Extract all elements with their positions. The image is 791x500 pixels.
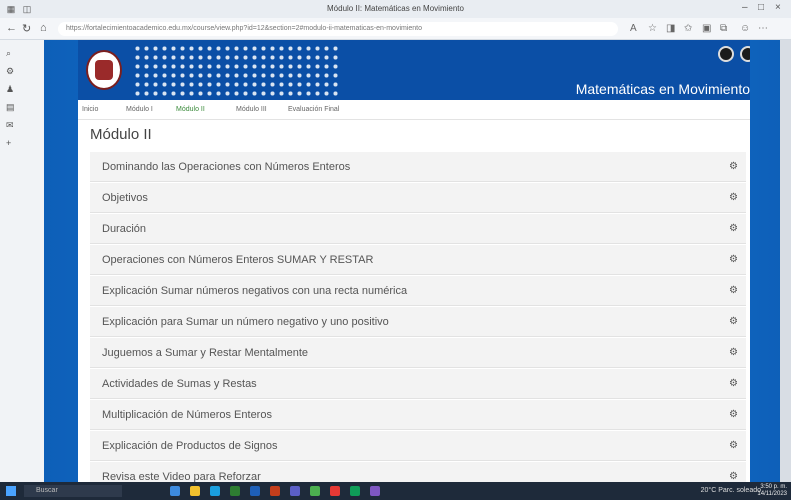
address-bar: ← ↻ ⌂ https://fortalecimientoacademico.e… [0, 18, 791, 40]
photos-icon[interactable] [370, 486, 380, 496]
section-item[interactable]: Actividades de Sumas y Restas ⚙ [90, 369, 746, 399]
course-title: Matemáticas en Movimiento [575, 81, 750, 97]
school-logo [86, 50, 122, 90]
gear-icon[interactable]: ⚙ [729, 471, 738, 482]
taskbar: Buscar 20°C Parc. soleado 3:50 p. m. 14/… [0, 482, 791, 500]
teams-icon[interactable] [290, 486, 300, 496]
system-clock[interactable]: 3:50 p. m. 14/11/2023 [757, 484, 787, 498]
section-label: Operaciones con Números Enteros SUMAR Y … [102, 254, 374, 266]
clock-date: 14/11/2023 [757, 491, 787, 497]
refresh-icon[interactable]: ↻ [22, 22, 31, 35]
section-label: Objetivos [102, 192, 148, 204]
user-circle-icon[interactable] [740, 46, 750, 62]
tab-inicio[interactable]: Inicio [82, 106, 98, 113]
close-icon[interactable]: × [775, 2, 781, 13]
gear-icon[interactable]: ⚙ [729, 285, 738, 296]
course-content: Matemáticas en Movimiento Inicio Módulo … [78, 40, 750, 482]
gear-icon[interactable]: ⚙ [729, 192, 738, 203]
home-icon[interactable]: ⌂ [40, 22, 47, 34]
more-icon[interactable]: ⋯ [758, 23, 768, 34]
taskbar-search[interactable]: Buscar [24, 485, 122, 497]
tab-modulo-iii[interactable]: Módulo III [236, 106, 267, 113]
section-label: Juguemos a Sumar y Restar Mentalmente [102, 347, 309, 359]
section-label: Revisa este Video para Reforzar [102, 471, 261, 482]
gear-icon[interactable]: ⚙ [729, 347, 738, 358]
sidebar-search-icon[interactable]: ⌕ [6, 48, 11, 59]
banner-dot-pattern [133, 44, 338, 96]
browser-sidebar: ⌕ ⚙ ♟ ▤ ✉ + [0, 40, 44, 482]
gear-icon[interactable]: ⚙ [729, 409, 738, 420]
section-label: Dominando las Operaciones con Números En… [102, 161, 351, 173]
maximize-icon[interactable]: □ [758, 2, 764, 13]
store-icon[interactable] [350, 486, 360, 496]
section-label: Duración [102, 223, 147, 235]
section-item[interactable]: Duración ⚙ [90, 214, 746, 244]
gear-icon[interactable]: ⚙ [729, 440, 738, 451]
window-titlebar: ▦ ◫ Módulo II: Matemáticas en Movimiento… [0, 0, 791, 18]
edge-icon[interactable] [210, 486, 220, 496]
section-label: Explicación Sumar números negativos con … [102, 285, 408, 297]
sidebar-outlook-icon[interactable]: ✉ [6, 120, 14, 131]
section-label: Actividades de Sumas y Restas [102, 378, 257, 390]
read-aloud-icon[interactable]: A [630, 23, 637, 34]
powerpoint-icon[interactable] [270, 486, 280, 496]
sidebar-games-icon[interactable]: ♟ [6, 84, 14, 95]
task-view-icon[interactable] [170, 486, 180, 496]
course-banner: Matemáticas en Movimiento [78, 40, 750, 100]
section-item[interactable]: Operaciones con Números Enteros SUMAR Y … [90, 245, 746, 275]
section-label: Explicación de Productos de Signos [102, 440, 278, 452]
section-item[interactable]: Explicación de Productos de Signos ⚙ [90, 431, 746, 461]
window-title: Módulo II: Matemáticas en Movimiento [327, 4, 464, 13]
tab-modulo-ii[interactable]: Módulo II [176, 106, 205, 113]
chrome-icon[interactable] [310, 486, 320, 496]
tab-evaluacion-final[interactable]: Evaluación Final [288, 106, 339, 113]
section-item[interactable]: Explicación Sumar números negativos con … [90, 276, 746, 306]
excel-icon[interactable] [230, 486, 240, 496]
clock-time: 3:50 p. m. [760, 484, 787, 490]
file-explorer-icon[interactable] [190, 486, 200, 496]
gear-icon[interactable]: ⚙ [729, 378, 738, 389]
gear-icon[interactable]: ⚙ [729, 161, 738, 172]
favorite-icon[interactable]: ☆ [648, 23, 657, 34]
section-item[interactable]: Dominando las Operaciones con Números En… [90, 152, 746, 182]
page-title: Módulo II [90, 126, 152, 143]
minimize-icon[interactable]: – [742, 2, 748, 13]
gear-icon[interactable]: ⚙ [729, 254, 738, 265]
back-icon[interactable]: ← [6, 22, 17, 34]
sidebar-office-icon[interactable]: ▤ [6, 102, 15, 113]
weather-widget[interactable]: 20°C Parc. soleado [701, 487, 761, 494]
tab-modulo-i[interactable]: Módulo I [126, 106, 153, 113]
sidebar-add-icon[interactable]: + [6, 138, 11, 148]
settings-circle-icon[interactable] [718, 46, 734, 62]
section-label: Multiplicación de Números Enteros [102, 409, 272, 421]
scrollbar[interactable] [780, 40, 791, 482]
windows-start-icon[interactable] [6, 486, 16, 496]
word-icon[interactable] [250, 486, 260, 496]
split-screen-icon[interactable]: ◨ [666, 23, 675, 34]
section-label: Explicación para Sumar un número negativ… [102, 316, 389, 328]
section-item[interactable]: Explicación para Sumar un número negativ… [90, 307, 746, 337]
collections-icon[interactable]: ▣ [702, 23, 711, 34]
sidebar-tools-icon[interactable]: ⚙ [6, 66, 14, 77]
section-item[interactable]: Juguemos a Sumar y Restar Mentalmente ⚙ [90, 338, 746, 368]
gear-icon[interactable]: ⚙ [729, 223, 738, 234]
profile-icon[interactable]: ☺ [740, 23, 750, 34]
section-item[interactable]: Objetivos ⚙ [90, 183, 746, 213]
url-field[interactable]: https://fortalecimientoacademico.edu.mx/… [58, 22, 618, 36]
section-item[interactable]: Multiplicación de Números Enteros ⚙ [90, 400, 746, 430]
favorites-bar-icon[interactable]: ✩ [684, 23, 692, 34]
extensions-icon[interactable]: ⧉ [720, 23, 727, 34]
module-tabs: Inicio Módulo I Módulo II Módulo III Eva… [78, 102, 750, 120]
gear-icon[interactable]: ⚙ [729, 316, 738, 327]
media-icon[interactable] [330, 486, 340, 496]
section-item[interactable]: Revisa este Video para Reforzar ⚙ [90, 462, 746, 482]
